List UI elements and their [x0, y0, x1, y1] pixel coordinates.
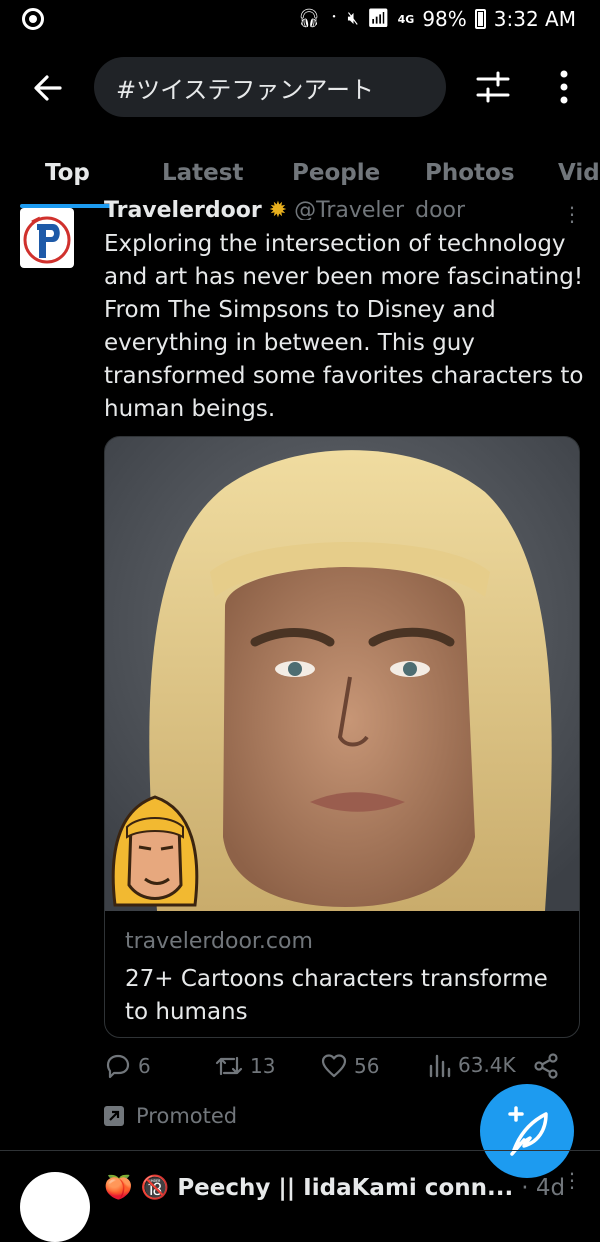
- next-tweet-author[interactable]: 🍑 🔞 Peechy || IidaKami conn... · 4d: [104, 1174, 565, 1201]
- tab-top[interactable]: Top: [45, 160, 90, 186]
- author-name: Travelerdoor: [104, 198, 262, 220]
- retweet-count: 13: [250, 1054, 276, 1078]
- author-emoji: 🍑 🔞: [104, 1175, 170, 1201]
- overflow-menu-button[interactable]: [552, 68, 576, 106]
- view-count: 63.4K: [458, 1053, 516, 1077]
- status-bar: 🎧︎ ᛫ 🔇︎ 📶︎ 4G 98% 3:32 AM: [0, 0, 600, 40]
- avatar[interactable]: [20, 208, 74, 268]
- search-input[interactable]: #ツイステファンアート: [94, 57, 446, 117]
- battery-icon: [474, 9, 486, 29]
- views-chart-icon: [429, 1054, 451, 1078]
- reply-icon: [106, 1054, 130, 1079]
- tweet-author[interactable]: Travelerdoor ✹ @Traveler_door: [104, 198, 465, 220]
- verified-badge-icon: ✹: [268, 198, 288, 220]
- tab-people[interactable]: People: [292, 160, 380, 186]
- tab-photos[interactable]: Photos: [425, 160, 515, 186]
- retweet-button[interactable]: 13: [214, 1052, 275, 1080]
- mute-icon: 🔇︎: [347, 8, 359, 29]
- sliders-icon: [476, 71, 510, 103]
- promoted-text: Promoted: [136, 1104, 238, 1128]
- headphones-icon: 🎧︎: [297, 8, 321, 29]
- reply-button[interactable]: 6: [104, 1052, 151, 1080]
- compose-tweet-button[interactable]: [480, 1084, 574, 1178]
- status-icons: 🎧︎ ᛫ 🔇︎ 📶︎ 4G 98% 3:32 AM: [298, 7, 576, 31]
- wifi-icon: 📶︎: [366, 8, 390, 29]
- search-query: #ツイステファンアート: [116, 75, 374, 104]
- bluetooth-icon: ᛫: [328, 8, 340, 29]
- next-tweet-more-icon[interactable]: ⋮: [562, 1168, 582, 1192]
- back-button[interactable]: [30, 70, 66, 106]
- next-tweet-time: · 4d: [521, 1175, 566, 1201]
- heart-icon: [321, 1054, 347, 1078]
- share-icon: [534, 1053, 558, 1079]
- tweet-text: Exploring the intersection of technology…: [104, 231, 584, 422]
- promoted-label: Promoted: [104, 1104, 237, 1128]
- card-title: 27+ Cartoons characters transforme to hu…: [125, 966, 548, 1025]
- arrow-left-icon: [34, 75, 62, 101]
- notification-icon: [22, 8, 44, 30]
- network-label: 4G: [397, 12, 415, 26]
- feather-plus-icon: [508, 1106, 548, 1156]
- cartoon-character-icon: [111, 795, 199, 907]
- tab-latest[interactable]: Latest: [162, 160, 243, 186]
- tweet-divider: [0, 1150, 600, 1151]
- travelerdoor-logo: [23, 216, 71, 264]
- card-image[interactable]: [105, 437, 579, 911]
- author-handle: @Traveler_door: [294, 198, 466, 220]
- next-tweet-avatar[interactable]: [20, 1172, 90, 1242]
- card-domain: travelerdoor.com: [125, 929, 313, 954]
- clock: 3:32 AM: [493, 7, 576, 31]
- battery-percent: 98%: [422, 7, 467, 31]
- filter-button[interactable]: [474, 68, 512, 106]
- reply-count: 6: [138, 1054, 151, 1078]
- like-count: 56: [354, 1054, 380, 1078]
- like-button[interactable]: 56: [320, 1052, 379, 1080]
- promoted-icon: [104, 1106, 124, 1126]
- share-button[interactable]: [532, 1052, 560, 1080]
- views-button[interactable]: 63.4K: [428, 1052, 516, 1078]
- retweet-icon: [215, 1056, 243, 1076]
- more-vertical-icon: [560, 70, 568, 104]
- next-author-name: Peechy || IidaKami conn...: [177, 1175, 514, 1201]
- link-card[interactable]: travelerdoor.com 27+ Cartoons characters…: [104, 436, 580, 1038]
- tweet-more-icon[interactable]: ⋮: [562, 202, 582, 226]
- tab-videos[interactable]: Vid: [558, 160, 600, 186]
